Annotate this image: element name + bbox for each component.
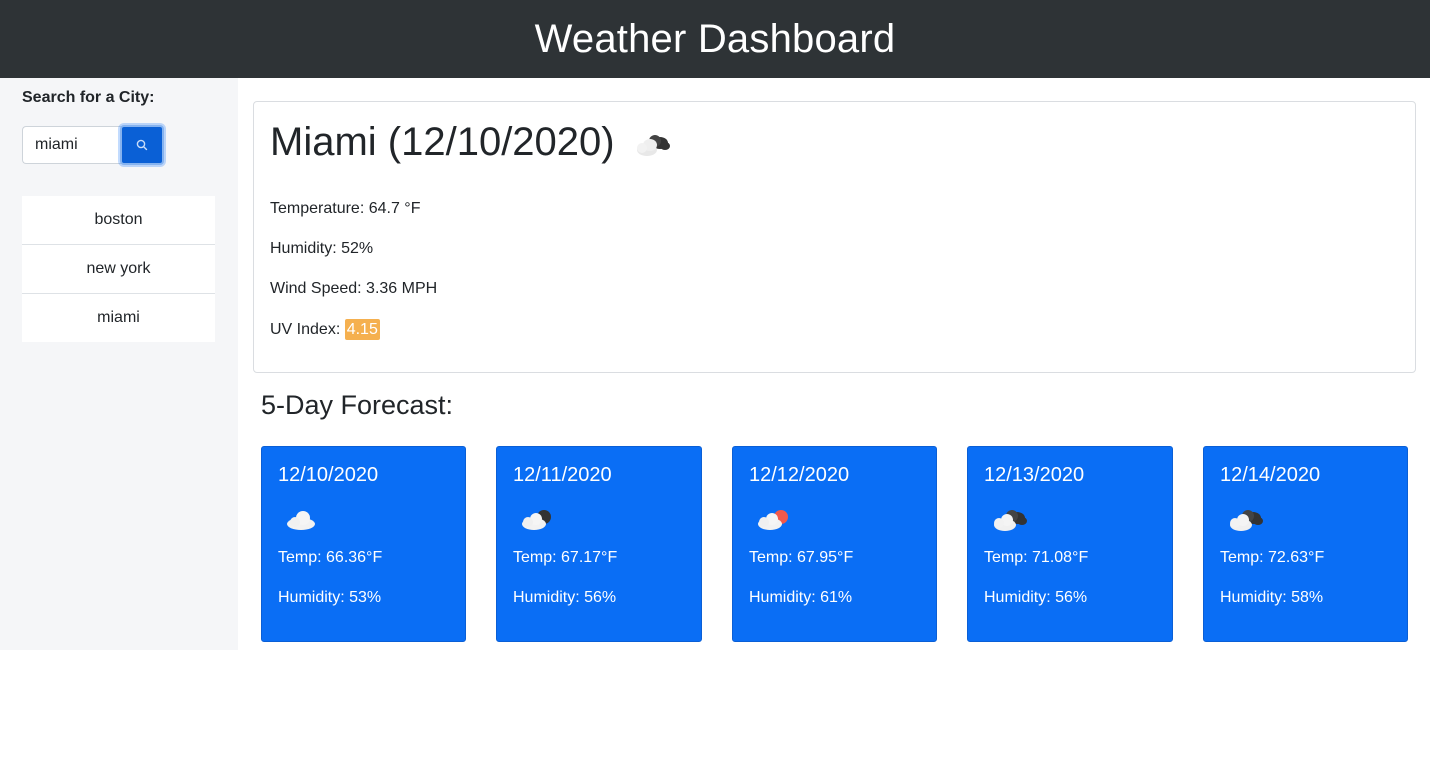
current-uv-index: UV Index: 4.15 [270, 319, 380, 340]
search-button[interactable] [120, 125, 164, 165]
forecast-card: 12/14/2020 Temp: 72.63°F Humidity: 58% [1203, 446, 1408, 642]
forecast-date: 12/12/2020 [749, 464, 850, 486]
cloud-moon-icon [522, 510, 551, 530]
search-label: Search for a City: [22, 89, 155, 106]
forecast-date: 12/10/2020 [278, 464, 379, 486]
forecast-card: 12/13/2020 Temp: 71.08°F Humidity: 56% [967, 446, 1173, 642]
forecast-temp: Temp: 67.17°F [513, 549, 618, 566]
history-item-new-york[interactable]: new york [22, 245, 215, 294]
forecast-date: 12/14/2020 [1220, 464, 1321, 486]
page-title: Weather Dashboard [534, 16, 896, 61]
search-history-list: boston new york miami [22, 196, 215, 342]
uv-index-label: UV Index: [270, 321, 345, 338]
cloud-sun-icon [758, 510, 788, 530]
forecast-heading: 5-Day Forecast: [261, 390, 454, 420]
history-item-boston[interactable]: boston [22, 196, 215, 245]
forecast-humidity: Humidity: 58% [1220, 589, 1324, 606]
current-city-date: Miami (12/10/2020) [270, 120, 615, 164]
broken-clouds-icon [1230, 510, 1263, 531]
current-temperature: Temperature: 64.7 °F [270, 200, 421, 217]
forecast-humidity: Humidity: 61% [749, 589, 853, 606]
forecast-temp: Temp: 66.36°F [278, 549, 383, 566]
search-icon [136, 139, 148, 151]
current-weather-card: Miami (12/10/2020) Temperature: 64.7 °F … [253, 101, 1416, 373]
app-header: Weather Dashboard [0, 0, 1430, 78]
forecast-temp: Temp: 72.63°F [1220, 549, 1325, 566]
forecast-card: 12/12/2020 Temp: 67.95°F Humidity: 61% [732, 446, 937, 642]
current-weather-heading: Miami (12/10/2020) [270, 120, 673, 165]
forecast-card: 12/10/2020 Temp: 66.36°F Humidity: 53% [261, 446, 466, 642]
cloud-icon [287, 511, 315, 530]
forecast-temp: Temp: 71.08°F [984, 549, 1089, 566]
forecast-card: 12/11/2020 Temp: 67.17°F Humidity: 56% [496, 446, 702, 642]
current-wind-speed: Wind Speed: 3.36 MPH [270, 280, 438, 297]
forecast-humidity: Humidity: 56% [984, 589, 1088, 606]
forecast-temp: Temp: 67.95°F [749, 549, 854, 566]
broken-clouds-icon [636, 134, 670, 156]
history-item-miami[interactable]: miami [22, 294, 215, 342]
forecast-humidity: Humidity: 56% [513, 589, 617, 606]
forecast-date: 12/11/2020 [513, 464, 612, 486]
forecast-date: 12/13/2020 [984, 464, 1085, 486]
uv-index-badge: 4.15 [344, 319, 380, 340]
current-humidity: Humidity: 52% [270, 240, 374, 257]
forecast-humidity: Humidity: 53% [278, 589, 382, 606]
broken-clouds-icon [994, 510, 1027, 531]
city-search-input[interactable] [22, 126, 124, 164]
sidebar: Search for a City: boston new york miami [0, 78, 238, 650]
